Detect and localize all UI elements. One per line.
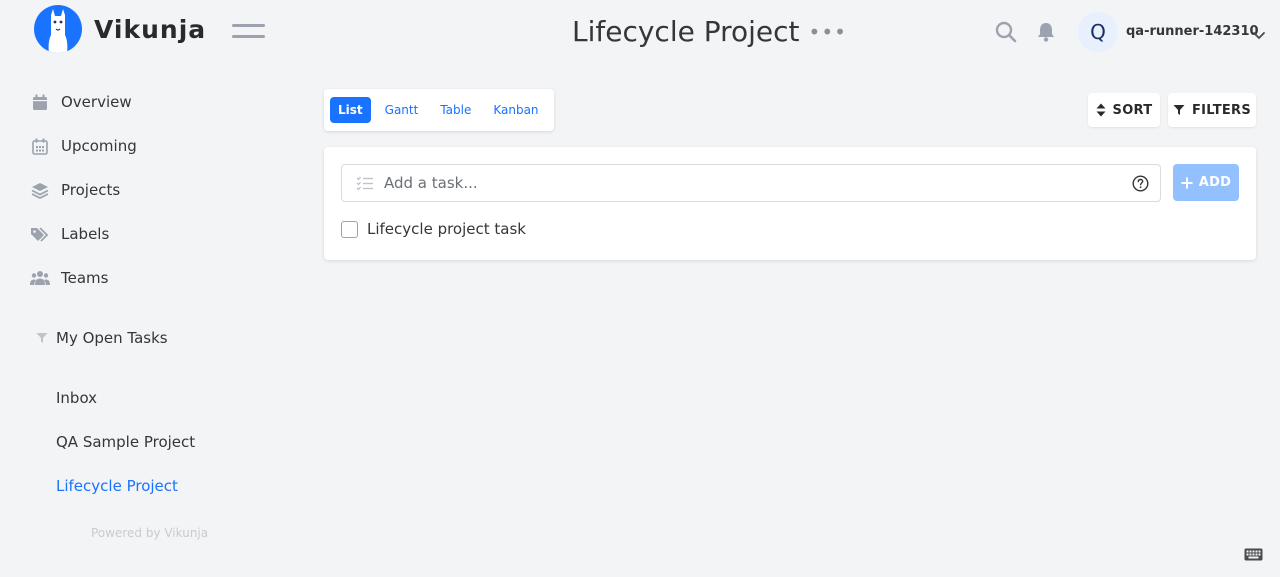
task-title[interactable]: Lifecycle project task (367, 220, 526, 238)
llama-logo-icon (34, 5, 82, 53)
filter-icon (35, 329, 49, 347)
filters-label: FILTERS (1191, 102, 1252, 118)
sidebar-item-label: Projects (61, 181, 121, 199)
sidebar-item-my-open-tasks[interactable]: My Open Tasks (35, 329, 168, 347)
app-name: Vikunja (94, 14, 207, 44)
sidebar-item-label: Overview (61, 93, 132, 111)
sidebar-project-lifecycle[interactable]: Lifecycle Project (56, 477, 178, 495)
powered-by-link[interactable]: Powered by Vikunja (91, 526, 208, 540)
filters-button[interactable]: FILTERS (1168, 93, 1256, 127)
tab-table[interactable]: Table (432, 97, 479, 123)
sort-label: SORT (1112, 102, 1153, 118)
add-label: ADD (1198, 175, 1232, 190)
sidebar-item-teams[interactable]: Teams (30, 269, 108, 287)
page-title: Lifecycle Project (572, 15, 800, 48)
tab-kanban[interactable]: Kanban (485, 97, 546, 123)
plus-icon (1181, 177, 1193, 188)
sidebar-project-inbox[interactable]: Inbox (56, 389, 97, 407)
bell-icon[interactable] (1036, 21, 1058, 43)
sidebar-item-label: Teams (61, 269, 109, 287)
calendar-grid-icon (30, 137, 50, 155)
page-title-area: Lifecycle Project ••• (572, 15, 847, 48)
chevron-down-icon[interactable] (1252, 26, 1266, 40)
keyboard-icon[interactable] (1244, 546, 1263, 561)
sort-icon (1096, 103, 1106, 117)
tab-list[interactable]: List (330, 97, 371, 123)
list-checks-icon (356, 176, 374, 190)
add-task-button[interactable]: ADD (1173, 164, 1239, 201)
list-item: Lifecycle project task (341, 220, 526, 238)
task-done-checkbox[interactable] (341, 220, 358, 238)
add-task-input[interactable] (384, 174, 1124, 192)
layers-icon (30, 181, 50, 199)
sidebar-item-labels[interactable]: Labels (30, 225, 109, 243)
sidebar-item-label: Upcoming (61, 137, 137, 155)
username[interactable]: qa-runner-142310 (1126, 24, 1259, 39)
tags-icon (30, 225, 50, 243)
menu-toggle-icon[interactable] (232, 24, 265, 40)
search-icon[interactable] (995, 21, 1017, 43)
sort-button[interactable]: SORT (1088, 93, 1160, 127)
sidebar-item-overview[interactable]: Overview (30, 93, 132, 111)
sidebar-item-label: My Open Tasks (56, 329, 168, 347)
app-logo[interactable]: Vikunja (34, 5, 206, 53)
add-task-field[interactable] (341, 164, 1161, 202)
project-menu-icon[interactable]: ••• (809, 22, 847, 42)
sidebar-item-projects[interactable]: Projects (30, 181, 120, 199)
filter-icon (1173, 105, 1185, 115)
users-icon (30, 269, 50, 287)
view-switcher: List Gantt Table Kanban (324, 89, 554, 131)
task-list-card: ADD Lifecycle project task (324, 147, 1256, 260)
sidebar-item-label: Labels (61, 225, 110, 243)
avatar[interactable]: Q (1078, 12, 1118, 52)
sidebar-item-upcoming[interactable]: Upcoming (30, 137, 137, 155)
sidebar-project-qa-sample[interactable]: QA Sample Project (56, 433, 195, 451)
tab-gantt[interactable]: Gantt (377, 97, 427, 123)
calendar-icon (30, 93, 50, 111)
help-icon[interactable] (1132, 174, 1149, 192)
